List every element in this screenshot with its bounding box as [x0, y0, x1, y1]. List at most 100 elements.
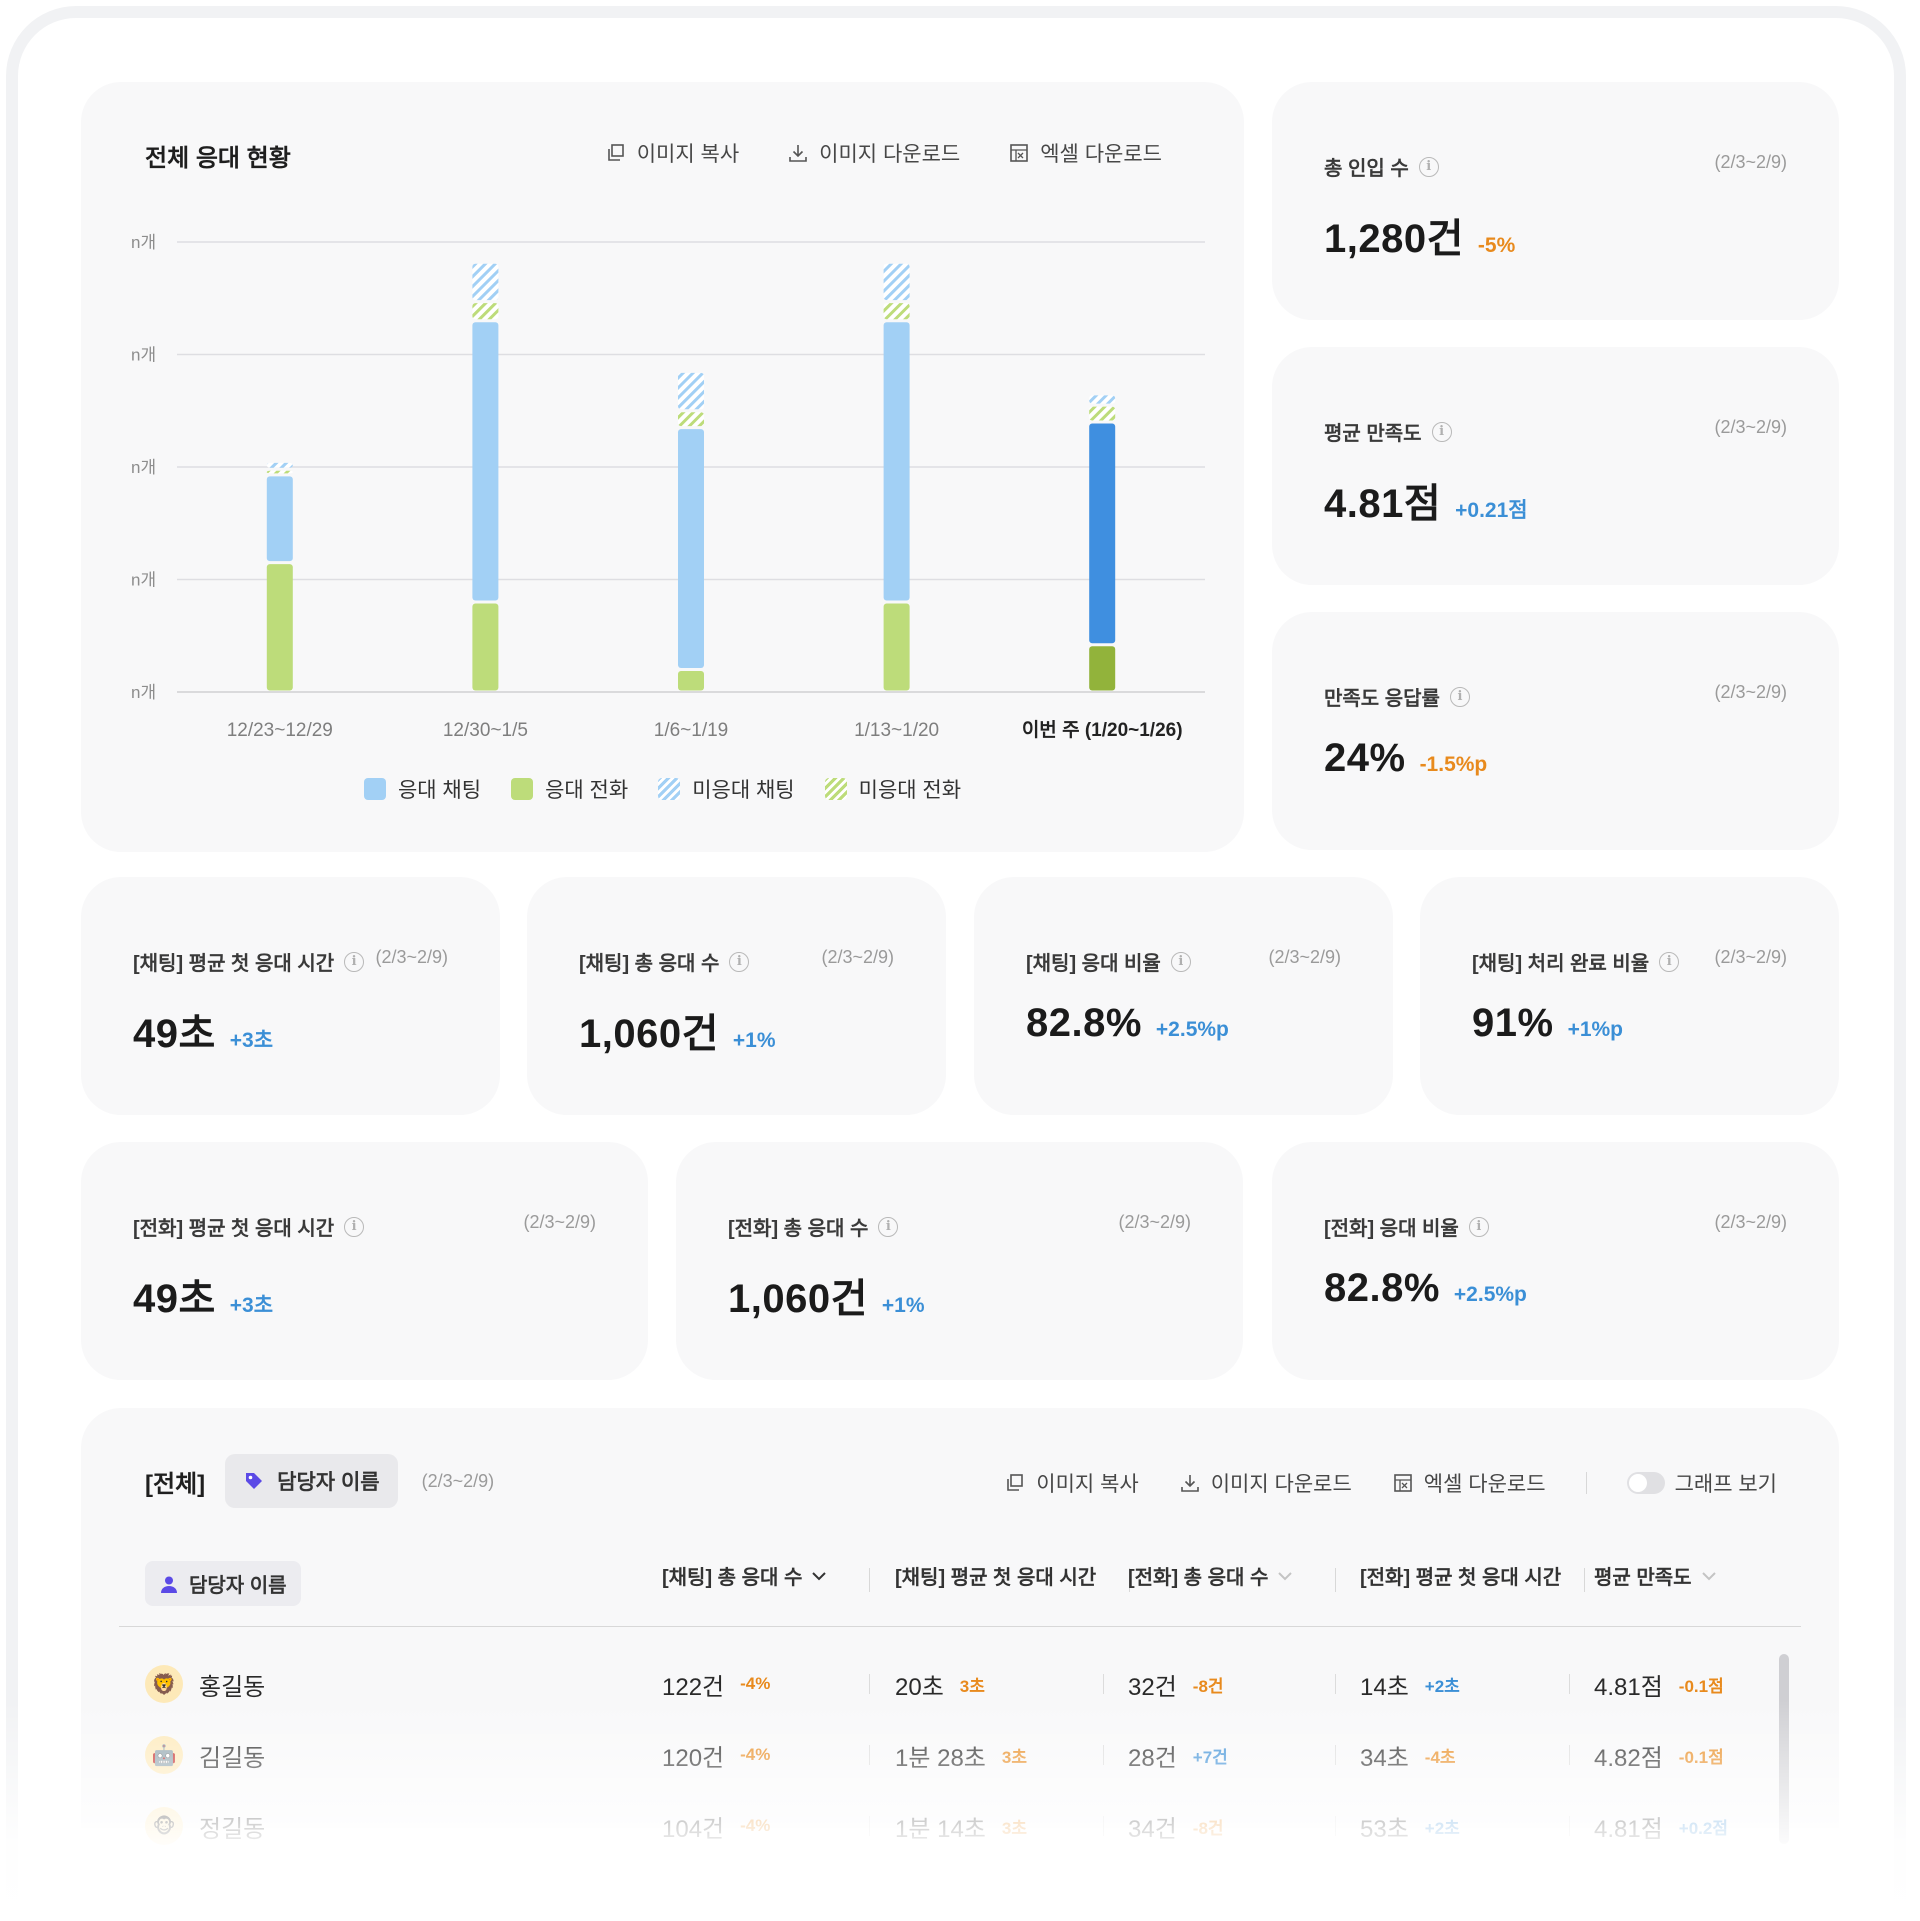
cell-value: 32건 — [1128, 1673, 1177, 1701]
metric-label: [채팅] 총 응대 수i — [579, 947, 750, 976]
bar-segment[interactable] — [1089, 395, 1116, 404]
legend-swatch — [658, 778, 681, 800]
column-header-chat-total[interactable]: [채팅] 총 응대 수 — [662, 1561, 828, 1590]
bar-segment[interactable] — [1089, 646, 1116, 691]
table-excel-download-button[interactable]: 엑셀 다운로드 — [1392, 1468, 1546, 1498]
cell-value: 20초 — [895, 1673, 944, 1701]
column-header-call-total[interactable]: [전화] 총 응대 수 — [1128, 1561, 1294, 1590]
cell-chat-first-response: 20초 3초 — [895, 1654, 985, 1714]
info-icon[interactable]: i — [1449, 686, 1470, 707]
x-tick-label: 1/6~1/19 — [654, 720, 729, 741]
table-row[interactable]: 🦁 홍길동 122건 -4% 20초 3초 32건 -8건 14초 +2초 4.… — [81, 1654, 1839, 1714]
column-header-agent-name[interactable]: 담당자 이름 — [145, 1561, 301, 1606]
bar-segment[interactable] — [266, 462, 293, 468]
bar-segment[interactable] — [472, 263, 499, 301]
metric-card-avg-satisfaction: 평균 만족도 i (2/3~2/9) 4.81점 +0.21점 — [1272, 347, 1839, 585]
metric-value: 4.81점 +0.21점 — [1324, 482, 1528, 526]
table-copy-image-button[interactable]: 이미지 복사 — [1004, 1468, 1139, 1498]
cell-divider — [1103, 1674, 1104, 1694]
info-icon[interactable]: i — [878, 1216, 899, 1237]
bar-segment[interactable] — [266, 476, 293, 562]
table-scrollbar[interactable] — [1779, 1654, 1789, 1844]
metric-card-survey-response-rate: 만족도 응답률 i (2/3~2/9) 24% -1.5%p — [1272, 612, 1839, 850]
bar-segment[interactable] — [678, 429, 704, 668]
cell-divider — [1103, 1745, 1104, 1765]
table-download-image-button[interactable]: 이미지 다운로드 — [1179, 1468, 1352, 1498]
agent-name: 정길동 — [199, 1815, 266, 1843]
table-toolbar: 이미지 복사 이미지 다운로드 엑셀 다운로드 그래프 보기 — [1004, 1468, 1777, 1498]
bar-segment[interactable] — [883, 303, 910, 320]
cell-divider — [1569, 1674, 1570, 1694]
agent-name: 홍길동 — [199, 1673, 266, 1701]
bar-segment[interactable] — [883, 322, 910, 601]
bar-segment[interactable] — [883, 263, 910, 301]
x-tick-label: 1/13~1/20 — [854, 720, 939, 741]
cell-chat-total: 122건 -4% — [662, 1654, 770, 1714]
table-row[interactable]: 🐵 정길동 104건 -4% 1분 14초 3초 34건 -8건 53초 +2초… — [81, 1796, 1839, 1856]
bar-segment[interactable] — [266, 470, 293, 474]
toolbar-divider — [1585, 1472, 1587, 1494]
cell-call-total: 32건 -8건 — [1128, 1654, 1224, 1714]
table-row[interactable]: 🤖 김길동 120건 -4% 1분 28초 3초 28건 +7건 34초 -4초… — [81, 1725, 1839, 1785]
bar-segment[interactable] — [1089, 406, 1116, 421]
chevron-down-icon — [812, 1571, 827, 1580]
y-tick-label: n개 — [131, 458, 156, 477]
avatar: 🦁 — [145, 1665, 183, 1703]
cell-delta: 3초 — [959, 1676, 985, 1696]
y-tick-label: n개 — [131, 346, 156, 365]
metric-period: (2/3~2/9) — [1714, 417, 1787, 437]
bar-segment[interactable] — [678, 372, 704, 410]
metric-delta: +0.21점 — [1455, 499, 1528, 522]
bar-segment[interactable] — [678, 671, 704, 691]
cell-delta: +7건 — [1192, 1747, 1228, 1767]
cell-value: 104건 — [662, 1815, 725, 1843]
info-icon[interactable]: i — [1431, 421, 1452, 442]
metric-value: 24% -1.5%p — [1324, 736, 1488, 780]
bar-segment[interactable] — [266, 564, 293, 691]
toggle-switch[interactable] — [1626, 1472, 1665, 1494]
bar-segment[interactable] — [678, 412, 704, 427]
cell-divider — [869, 1816, 870, 1836]
cell-agent: 🦁 홍길동 — [145, 1654, 265, 1714]
cell-delta: -4% — [740, 1674, 771, 1693]
bar-segment[interactable] — [472, 322, 499, 601]
user-icon — [161, 1576, 177, 1593]
legend-label: 미응대 전화 — [858, 779, 962, 802]
info-icon[interactable]: i — [1659, 951, 1680, 972]
table-header-divider — [119, 1626, 1801, 1627]
cell-value: 34건 — [1128, 1815, 1177, 1843]
legend-item[interactable]: 미응대 전화 — [824, 774, 962, 804]
bar-segment[interactable] — [1089, 423, 1116, 644]
metric-card-call-total: [전화] 총 응대 수i (2/3~2/9) 1,060건 +1% — [676, 1142, 1243, 1380]
info-icon[interactable]: i — [729, 951, 750, 972]
group-by-chip[interactable]: 담당자 이름 — [225, 1454, 398, 1508]
info-icon[interactable]: i — [344, 1216, 365, 1237]
legend-item[interactable]: 응대 전화 — [511, 774, 628, 804]
column-header-chat-first-response[interactable]: [채팅] 평균 첫 응대 시간 — [895, 1561, 1096, 1590]
cell-divider — [869, 1674, 870, 1694]
legend-item[interactable]: 응대 채팅 — [363, 774, 481, 804]
cell-call-first-response: 14초 +2초 — [1360, 1654, 1460, 1714]
cell-divider — [1335, 1816, 1336, 1836]
info-icon[interactable]: i — [1170, 951, 1191, 972]
bar-segment[interactable] — [472, 303, 499, 320]
cell-delta: 3초 — [1001, 1818, 1027, 1838]
info-icon[interactable]: i — [1468, 1216, 1489, 1237]
excel-icon — [1393, 1474, 1412, 1492]
tag-icon — [246, 1473, 263, 1489]
bar-segment[interactable] — [883, 603, 910, 691]
overall-response-chart-card: 전체 응대 현황 이미지 복사 이미지 다운로드 엑셀 다운로드 n개 n개 n개 n… — [81, 82, 1244, 852]
graph-view-toggle[interactable]: 그래프 보기 — [1626, 1468, 1777, 1498]
copy-image-label: 이미지 복사 — [1036, 1473, 1139, 1496]
cell-delta: -4초 — [1424, 1747, 1456, 1767]
metric-card-total-inflow: 총 인입 수i (2/3~2/9) 1,280건 -5% — [1272, 82, 1839, 320]
bar-segment[interactable] — [472, 603, 499, 691]
metric-delta: -5% — [1477, 234, 1516, 257]
info-icon[interactable]: i — [344, 951, 365, 972]
cell-delta: +2초 — [1424, 1676, 1460, 1696]
info-icon[interactable]: i — [1418, 156, 1439, 177]
column-header-call-first-response[interactable]: [전화] 평균 첫 응대 시간 — [1360, 1561, 1561, 1590]
column-header-avg-satisfaction[interactable]: 평균 만족도 — [1594, 1561, 1718, 1590]
legend-item[interactable]: 미응대 채팅 — [658, 774, 795, 804]
chevron-down-icon — [1278, 1571, 1293, 1580]
